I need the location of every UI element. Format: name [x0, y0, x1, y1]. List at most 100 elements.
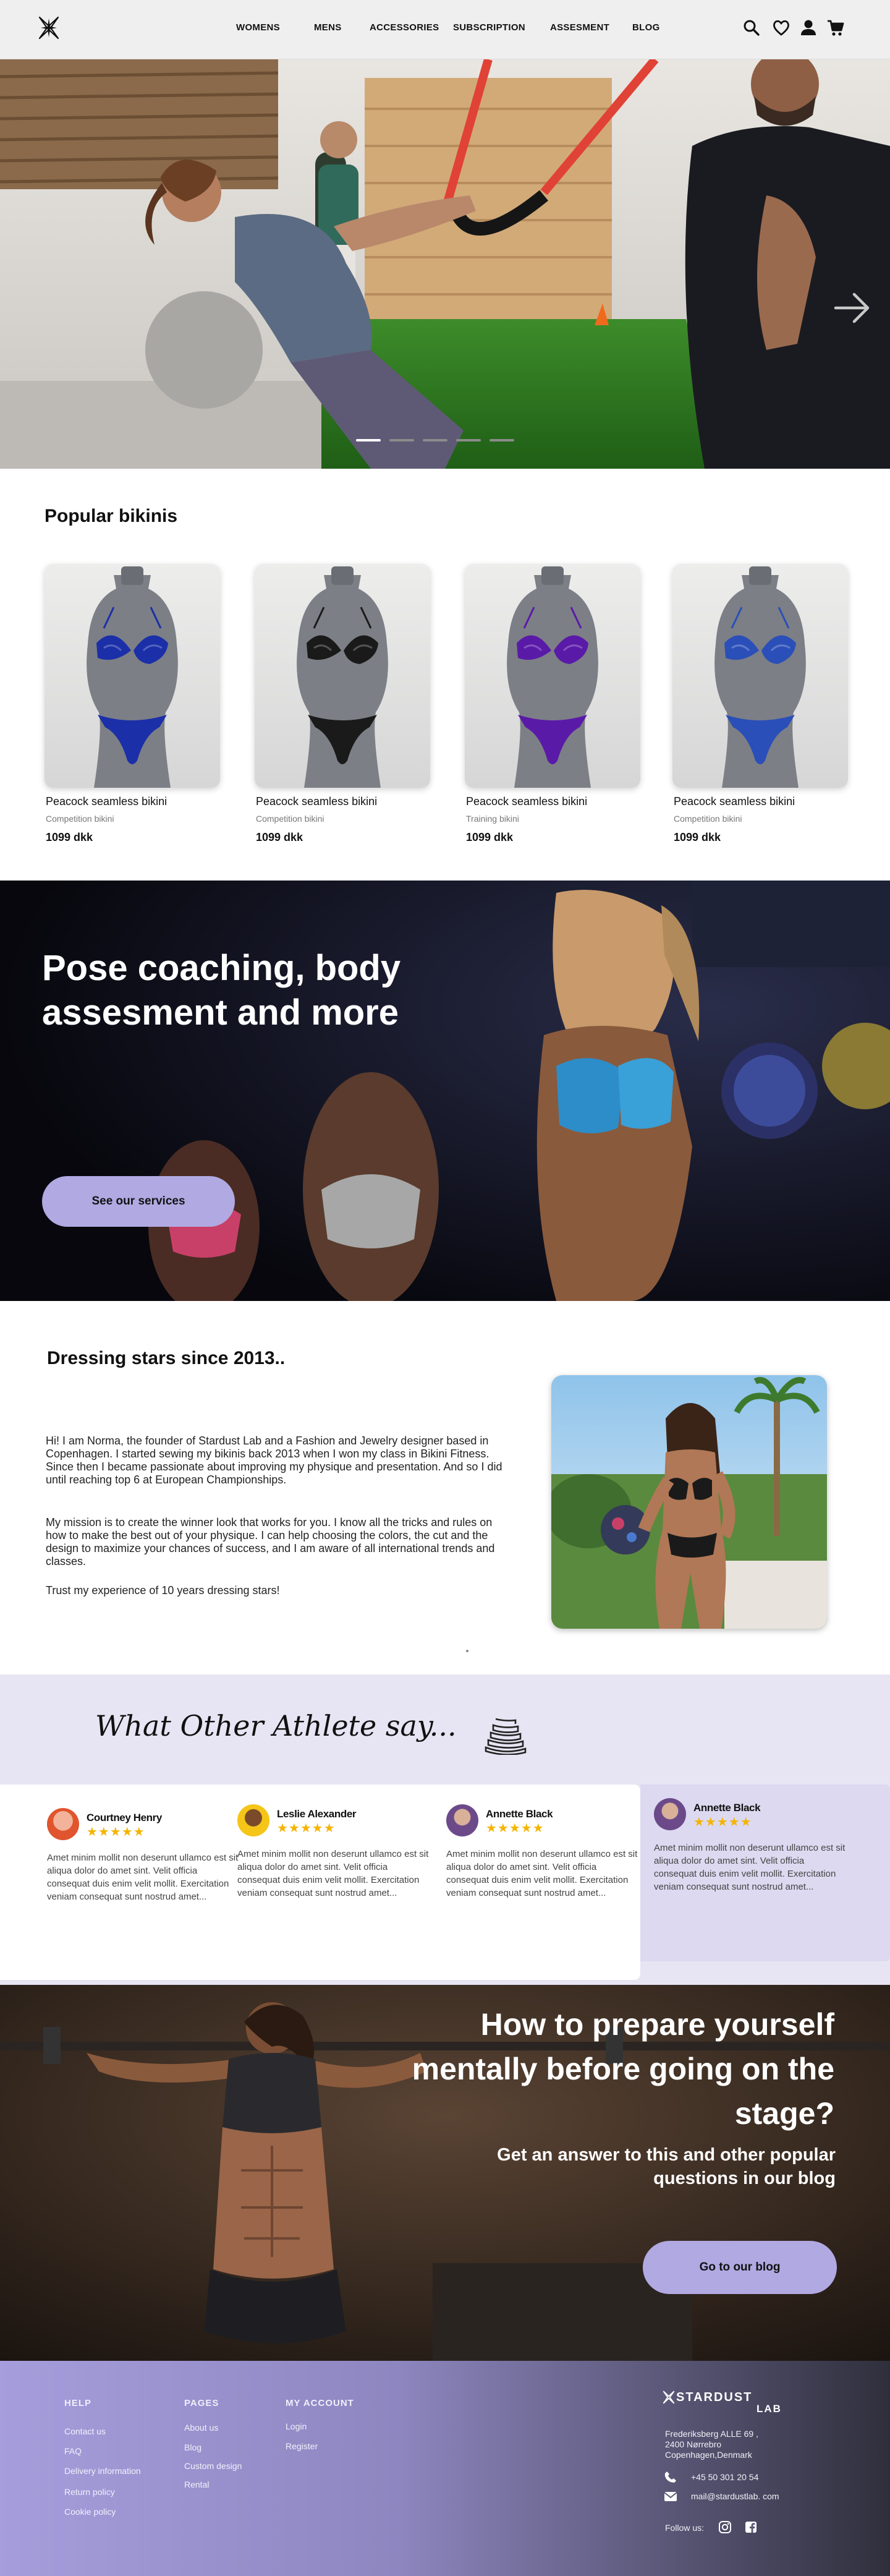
hero-banner — [0, 59, 890, 469]
divider-dot — [466, 1650, 468, 1652]
footer-link-blog[interactable]: Blog — [184, 2442, 201, 2452]
product-image[interactable] — [672, 564, 848, 788]
product-image[interactable] — [255, 564, 430, 788]
product-category: Competition bikini — [256, 814, 324, 824]
founder-photo — [551, 1375, 827, 1629]
rating-stars: ★★★★★ — [277, 1822, 336, 1835]
rating-stars: ★★★★★ — [486, 1822, 545, 1835]
hero-dot-1[interactable] — [356, 439, 381, 441]
books-icon — [485, 1718, 527, 1755]
footer-link-contact[interactable]: Contact us — [64, 2426, 106, 2436]
footer-address-line: Frederiksberg ALLE 69 , — [665, 2429, 758, 2439]
hero-image — [0, 59, 890, 469]
product-name[interactable]: Peacock seamless bikini — [256, 795, 377, 808]
product-name[interactable]: Peacock seamless bikini — [674, 795, 795, 808]
product-price: 1099 dkk — [256, 831, 303, 843]
hero-dot-5[interactable] — [490, 439, 514, 441]
about-title: Dressing stars since 2013.. — [47, 1348, 286, 1368]
user-icon[interactable] — [800, 19, 817, 37]
footer-link-custom-design[interactable]: Custom design — [184, 2461, 242, 2471]
site-header: WOMENS MENS ACCESSORIES SUBSCRIPTION ASS… — [0, 0, 890, 59]
see-services-button[interactable]: See our services — [42, 1176, 235, 1227]
reviewer-name: Annette Black — [486, 1808, 553, 1820]
nav-subscription[interactable]: SUBSCRIPTION — [453, 22, 525, 33]
heart-icon[interactable] — [773, 19, 790, 37]
footer-pages-heading: PAGES — [184, 2398, 219, 2408]
footer-link-login[interactable]: Login — [286, 2421, 307, 2431]
review-text: Amet minim mollit non deserunt ullamco e… — [446, 1849, 638, 1898]
facebook-icon[interactable] — [744, 2520, 758, 2534]
hero-dot-2[interactable] — [389, 439, 414, 441]
footer-link-about[interactable]: About us — [184, 2423, 218, 2433]
coaching-title: Pose coaching, body assesment and more — [42, 948, 401, 1033]
instagram-icon[interactable] — [718, 2520, 732, 2534]
footer-link-cookie[interactable]: Cookie policy — [64, 2507, 116, 2517]
avatar — [446, 1804, 478, 1836]
coaching-banner — [0, 881, 890, 1301]
avatar — [47, 1808, 79, 1840]
product-price: 1099 dkk — [46, 831, 93, 843]
review-text: Amet minim mollit non deserunt ullamco e… — [237, 1849, 429, 1898]
product-card[interactable]: Peacock seamless bikini Competition biki… — [44, 564, 220, 855]
about-paragraph-2: My mission is to create the winner look … — [46, 1516, 495, 1567]
phone-icon — [664, 2472, 676, 2483]
blog-title: How to prepare yourself mentally before … — [412, 2007, 834, 2131]
footer-brand: STARDUST — [676, 2390, 753, 2404]
product-category: Competition bikini — [674, 814, 742, 824]
product-price: 1099 dkk — [674, 831, 721, 843]
footer-link-return[interactable]: Return policy — [64, 2487, 115, 2497]
footer-account-heading: MY ACCOUNT — [286, 2398, 354, 2408]
product-card[interactable]: Peacock seamless bikini Competition biki… — [672, 564, 848, 855]
footer-address-line: 2400 Nørrebro — [665, 2439, 722, 2449]
page: WOMENS MENS ACCESSORIES SUBSCRIPTION ASS… — [0, 0, 890, 2576]
blog-subtitle: Get an answer to this and other popular … — [497, 2145, 836, 2188]
product-image[interactable] — [44, 564, 220, 788]
popular-section-title: Popular bikinis — [44, 506, 178, 526]
cart-icon[interactable] — [827, 19, 844, 37]
avatar — [654, 1798, 686, 1830]
hero-dot-4[interactable] — [456, 439, 481, 441]
search-icon[interactable] — [743, 19, 760, 37]
about-paragraph-3: Trust my experience of 10 years dressing… — [46, 1584, 280, 1597]
nav-blog[interactable]: BLOG — [632, 22, 660, 33]
footer-logo[interactable]: STARDUST LAB — [663, 2389, 799, 2418]
avatar — [237, 1804, 269, 1836]
nav-womens[interactable]: WOMENS — [236, 22, 280, 33]
nav-assesment[interactable]: ASSESMENT — [550, 22, 609, 33]
product-card[interactable]: Peacock seamless bikini Competition biki… — [255, 564, 430, 855]
footer-phone[interactable]: +45 50 301 20 54 — [691, 2472, 758, 2483]
review-text: Amet minim mollit non deserunt ullamco e… — [654, 1843, 846, 1892]
mail-icon — [664, 2492, 677, 2501]
nav-mens[interactable]: MENS — [314, 22, 342, 33]
logo-icon[interactable] — [38, 16, 59, 40]
follow-us-label: Follow us: — [665, 2523, 705, 2533]
hero-next-arrow-icon[interactable] — [833, 289, 871, 326]
footer-email[interactable]: mail@stardustlab. com — [691, 2491, 779, 2502]
footer-link-delivery[interactable]: Delivery information — [64, 2466, 141, 2476]
product-category: Competition bikini — [46, 814, 114, 824]
testimonials-title: What Other Athlete say... — [95, 1709, 457, 1742]
about-paragraph-1: Hi! I am Norma, the founder of Stardust … — [46, 1435, 502, 1486]
footer-link-register[interactable]: Register — [286, 2441, 318, 2451]
product-name[interactable]: Peacock seamless bikini — [46, 795, 167, 808]
reviewer-name: Courtney Henry — [87, 1812, 162, 1823]
hero-dot-3[interactable] — [423, 439, 447, 441]
footer-link-faq[interactable]: FAQ — [64, 2446, 82, 2456]
product-card[interactable]: Peacock seamless bikini Training bikini … — [465, 564, 640, 855]
footer-address-line: Copenhagen,Denmark — [665, 2450, 752, 2460]
product-name[interactable]: Peacock seamless bikini — [466, 795, 587, 808]
go-to-blog-button[interactable]: Go to our blog — [643, 2241, 837, 2294]
nav-accessories[interactable]: ACCESSORIES — [370, 22, 439, 33]
footer-brand-sub: LAB — [756, 2403, 782, 2415]
footer-help-heading: HELP — [64, 2398, 92, 2408]
reviewer-name: Annette Black — [693, 1802, 761, 1814]
coaching-image — [0, 881, 890, 1301]
product-image[interactable] — [465, 564, 640, 788]
reviewer-name: Leslie Alexander — [277, 1808, 357, 1820]
review-text: Amet minim mollit non deserunt ullamco e… — [47, 1853, 239, 1902]
rating-stars: ★★★★★ — [87, 1825, 145, 1839]
footer-link-rental[interactable]: Rental — [184, 2480, 209, 2489]
product-category: Training bikini — [466, 814, 519, 824]
logo-icon — [663, 2390, 675, 2404]
rating-stars: ★★★★★ — [693, 1815, 752, 1829]
